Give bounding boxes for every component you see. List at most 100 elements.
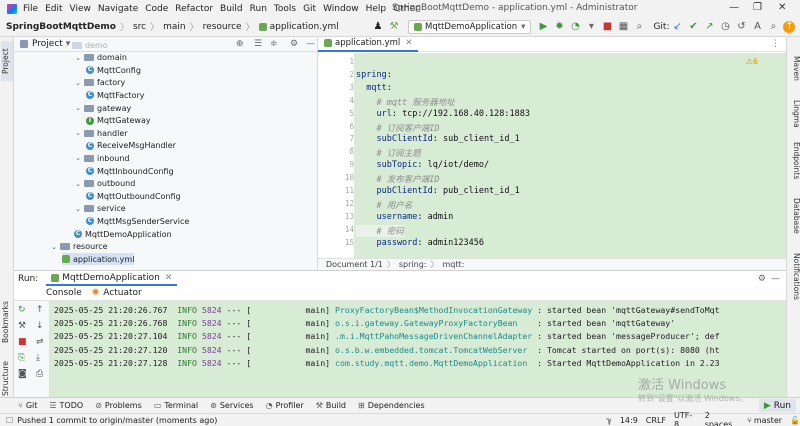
menu-item-help[interactable]: Help [366, 4, 387, 14]
menu-item-run[interactable]: Run [250, 4, 267, 14]
print-icon[interactable]: ⎙ [36, 369, 43, 379]
gear-icon[interactable]: ⚙ [758, 274, 766, 284]
menu-item-git[interactable]: Git [303, 4, 316, 14]
gear-icon[interactable]: ⚙ [290, 39, 298, 49]
lingma-status-icon[interactable]: ℽ [606, 416, 612, 425]
layout-icon[interactable]: ▦ [617, 21, 629, 33]
tree-item[interactable]: C MqttConfig [86, 64, 141, 76]
git-branch[interactable]: ⑂ master [747, 416, 782, 425]
breadcrumb-file[interactable]: application.yml [270, 22, 339, 32]
coverage-icon[interactable]: ◔ [569, 21, 581, 33]
hide-icon[interactable]: — [306, 39, 315, 49]
close-tab-icon[interactable]: ✕ [405, 38, 412, 48]
maximize-icon[interactable]: ❐ [753, 2, 762, 13]
breadcrumb-mqtt[interactable]: mqtt: [442, 260, 464, 269]
menu-item-navigate[interactable]: Navigate [98, 4, 138, 14]
chevron-down-icon[interactable]: ⌄ [74, 180, 82, 188]
status-message[interactable]: Pushed 1 commit to origin/master (moment… [17, 416, 217, 425]
menu-item-build[interactable]: Build [220, 4, 243, 14]
tool-tab-build[interactable]: ⚒ Build [316, 401, 346, 410]
wrench-icon[interactable]: ⚒ [18, 321, 26, 331]
project-tool-tab[interactable]: Project [1, 41, 13, 81]
menu-item-view[interactable]: View [70, 4, 91, 14]
debug-icon[interactable]: ✹ [553, 21, 565, 33]
file-encoding[interactable]: UTF-8 [674, 411, 697, 426]
locate-icon[interactable]: ⊕ [236, 39, 244, 49]
scroll-up-icon[interactable]: ↑ [36, 305, 44, 315]
menu-item-window[interactable]: Window [323, 4, 359, 14]
line-separator[interactable]: CRLF [646, 416, 666, 425]
breadcrumb-resource[interactable]: resource [203, 22, 242, 32]
more-run-icon[interactable]: ▾ [585, 21, 597, 33]
chevron-down-icon[interactable]: ⌄ [74, 205, 82, 213]
tree-item[interactable]: application.yml [62, 253, 135, 266]
expand-all-icon[interactable]: ≑ [270, 39, 278, 49]
build-hammer-icon[interactable]: ⚒ [388, 21, 400, 33]
caret-position[interactable]: 14:9 [620, 416, 638, 425]
tree-item[interactable]: C MqttMsgSenderService [86, 215, 189, 227]
git-update-icon[interactable]: ↙ [671, 21, 683, 33]
close-icon[interactable]: ✕ [778, 2, 786, 13]
git-push-icon[interactable]: ↗ [703, 21, 715, 33]
tree-item[interactable]: ⌄ resource [50, 241, 108, 253]
breadcrumb-project[interactable]: SpringBootMqttDemo [6, 22, 116, 32]
translate-icon[interactable]: A [751, 21, 763, 33]
code-area[interactable]: spring: mqtt: # mqtt 服务器地址 url: tcp://19… [354, 53, 786, 258]
tool-tab-git[interactable]: ⑂ Git [18, 401, 37, 410]
menu-item-edit[interactable]: Edit [45, 4, 62, 14]
console-tab[interactable]: Console [40, 288, 88, 298]
run-config-tab[interactable]: MqttDemoApplication ✕ [46, 271, 178, 286]
chevron-down-icon[interactable]: ⌄ [50, 243, 58, 251]
tree-item[interactable]: C ReceiveMsgHandler [86, 140, 176, 152]
git-history-icon[interactable]: ◷ [719, 21, 731, 33]
tool-tab-dependencies[interactable]: ⊞ Dependencies [358, 401, 425, 410]
lingma-tool-tab[interactable]: Lingma [789, 97, 800, 131]
stop-icon[interactable]: ■ [601, 21, 613, 33]
tree-item[interactable]: C MqttOutboundConfig [86, 190, 181, 202]
chevron-down-icon[interactable]: ⌄ [74, 154, 82, 162]
tool-tab-problems[interactable]: ⊘ Problems [95, 401, 142, 410]
project-panel-title[interactable]: Project [32, 39, 63, 49]
inspection-warnings[interactable]: ⚠ 6 [746, 57, 758, 66]
tree-item[interactable]: ⌄ inbound [74, 152, 129, 164]
git-rollback-icon[interactable]: ↺ [735, 21, 747, 33]
user-icon[interactable]: ♟ [372, 21, 384, 33]
tree-item[interactable]: ⌄ service [74, 203, 126, 215]
more-tabs-icon[interactable]: ⋮ [771, 39, 780, 49]
endpoints-tool-tab[interactable]: Endpoints [789, 137, 800, 185]
tool-tab-profiler[interactable]: ◔ Profiler [266, 401, 304, 410]
menu-item-refactor[interactable]: Refactor [175, 4, 213, 14]
tool-tab-terminal[interactable]: ▭ Terminal [154, 401, 198, 410]
stop-icon[interactable]: ■ [18, 337, 27, 347]
menu-item-code[interactable]: Code [145, 4, 168, 14]
hide-icon[interactable]: — [771, 274, 780, 284]
tree-item[interactable]: ⌄ demo [62, 39, 108, 51]
chevron-down-icon[interactable]: ⌄ [74, 129, 82, 137]
run-configuration-select[interactable]: MqttDemoApplication ▾ [408, 20, 532, 34]
chevron-down-icon[interactable]: ⌄ [74, 54, 82, 62]
chevron-down-icon[interactable]: ⌄ [74, 79, 82, 87]
tool-tab-todo[interactable]: ☰ TODO [49, 401, 83, 410]
restore-layout-icon[interactable]: ⎘ [18, 353, 25, 363]
minimize-icon[interactable]: — [729, 2, 739, 13]
rerun-icon[interactable]: ↻ [18, 305, 26, 315]
update-icon[interactable]: ↑ [783, 21, 796, 33]
actuator-tab[interactable]: Actuator [99, 288, 145, 298]
collapse-all-icon[interactable]: ☰ [254, 39, 262, 49]
menu-item-tools[interactable]: Tools [274, 4, 296, 14]
bookmarks-tool-tab[interactable]: Bookmarks [1, 295, 13, 350]
tree-item[interactable]: ⌄ handler [74, 127, 128, 139]
menu-item-file[interactable]: File [23, 4, 38, 14]
search-everywhere-icon[interactable]: ⌕ [633, 21, 645, 33]
tree-item[interactable]: ⌄ outbound [74, 178, 135, 190]
run-icon[interactable]: ▶ [537, 21, 549, 33]
document-indicator[interactable]: Document 1/1 [326, 260, 383, 269]
structure-tool-tab[interactable]: Structure [1, 355, 13, 403]
maven-tool-tab[interactable]: Maven [789, 53, 800, 83]
tree-item[interactable]: C MqttInboundConfig [86, 165, 174, 177]
chevron-down-icon[interactable]: ⌄ [62, 41, 70, 49]
tree-item[interactable]: ⌄ domain [74, 52, 127, 64]
breadcrumb-spring[interactable]: spring: [399, 260, 427, 269]
scroll-down-icon[interactable]: ↓ [36, 321, 44, 331]
tree-item[interactable]: I MqttGateway [86, 115, 151, 127]
